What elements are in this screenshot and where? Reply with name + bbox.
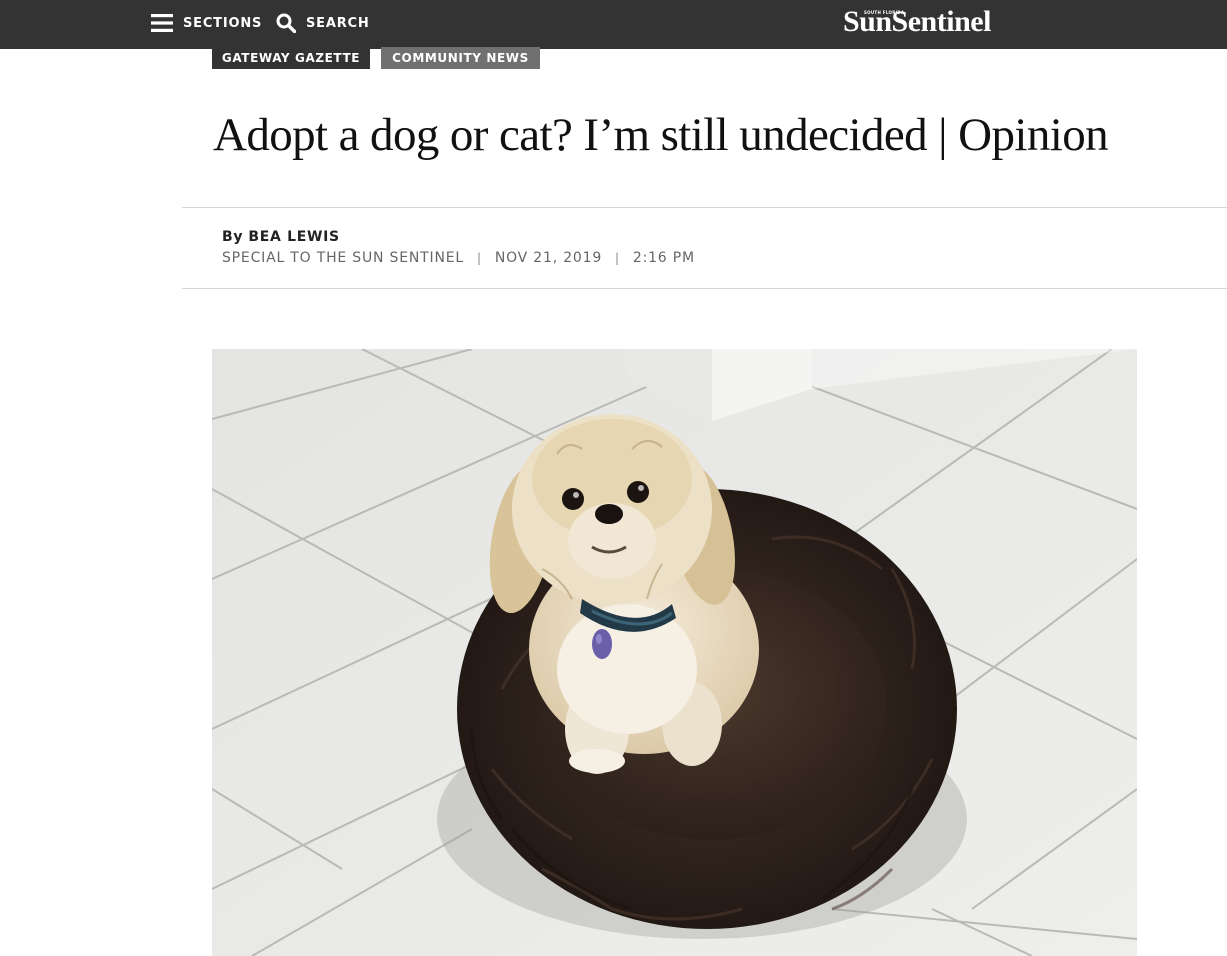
article-meta: SPECIAL TO THE SUN SENTINEL | NOV 21, 20… <box>222 250 695 266</box>
logo-wordmark: SunSentinel <box>843 5 991 38</box>
author-link[interactable]: BEA LEWIS <box>248 229 339 245</box>
meta-separator: | <box>476 251 482 265</box>
sun-sentinel-logo[interactable]: SOUTH FLORIDA SunSentinel <box>843 1 1023 43</box>
publish-date: NOV 21, 2019 <box>494 250 603 266</box>
sections-label: SECTIONS <box>183 15 263 31</box>
section-tag-community-news[interactable]: COMMUNITY NEWS <box>381 47 540 69</box>
author-affiliation: SPECIAL TO THE SUN SENTINEL <box>222 250 464 266</box>
lead-photo-dog-in-bed[interactable] <box>212 349 1137 956</box>
sections-menu-button[interactable]: SECTIONS <box>151 0 262 46</box>
byline: By BEA LEWIS <box>222 229 340 245</box>
section-tag-gateway-gazette[interactable]: GATEWAY GAZETTE <box>212 47 370 69</box>
byline-divider-bottom <box>182 288 1227 289</box>
top-navigation-bar: SECTIONS SEARCH SOUTH FLORIDA SunSentine… <box>0 0 1227 49</box>
byline-divider-top <box>182 207 1227 208</box>
meta-separator: | <box>615 251 620 265</box>
article-headline: Adopt a dog or cat? I’m still undecided … <box>213 109 1109 161</box>
byline-prefix: By <box>222 229 244 245</box>
publish-time: 2:16 PM <box>632 250 695 266</box>
search-icon <box>276 13 306 33</box>
search-label: SEARCH <box>306 15 370 31</box>
search-button[interactable]: SEARCH <box>276 0 370 46</box>
hamburger-menu-icon <box>151 14 183 32</box>
